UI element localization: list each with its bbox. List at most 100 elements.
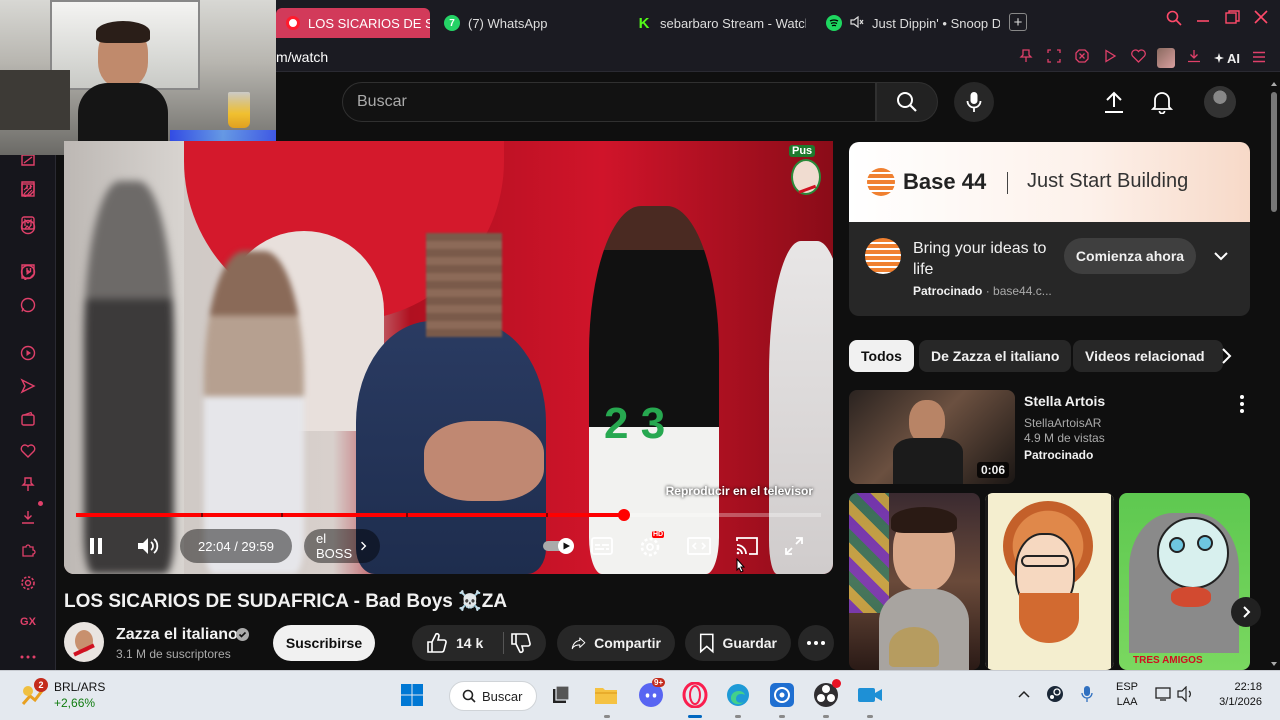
- time-display: 22:04 / 29:59: [180, 529, 292, 563]
- ai-button[interactable]: AI: [1213, 51, 1240, 66]
- ticker-change: +2,66%: [54, 696, 96, 710]
- snapshot-icon[interactable]: [1045, 49, 1063, 67]
- heart-icon[interactable]: [1129, 49, 1147, 67]
- chevron-right-icon[interactable]: [1214, 344, 1238, 368]
- close-icon[interactable]: [1254, 10, 1268, 29]
- active-app-indicator: [688, 715, 702, 718]
- gx-corner-icon[interactable]: [18, 180, 38, 200]
- steam-icon[interactable]: [1046, 685, 1064, 703]
- notifications-button[interactable]: [1148, 88, 1176, 116]
- more-actions-button[interactable]: [798, 625, 834, 661]
- short-thumbnail-2[interactable]: [985, 493, 1114, 670]
- more-vertical-icon[interactable]: [1234, 394, 1250, 414]
- search-input[interactable]: [343, 83, 875, 121]
- network-icon[interactable]: [1154, 685, 1172, 703]
- task-view-button[interactable]: [547, 681, 575, 709]
- recommendation-thumbnail[interactable]: 0:06: [849, 390, 1015, 484]
- play-icon[interactable]: [1101, 49, 1119, 67]
- settings-icon[interactable]: [18, 573, 38, 593]
- autoplay-toggle[interactable]: [538, 529, 582, 563]
- voice-search-button[interactable]: [954, 82, 994, 122]
- mute-icon[interactable]: [850, 15, 864, 31]
- extensions-icon[interactable]: [18, 540, 38, 560]
- tab-video[interactable]: LOS SICARIOS DE SUD: [276, 8, 430, 38]
- maximize-icon[interactable]: [1225, 10, 1240, 30]
- gx-control-icon[interactable]: GX: [18, 612, 38, 632]
- taskbar-search[interactable]: Buscar: [449, 681, 537, 711]
- opera-gx-button[interactable]: [681, 681, 709, 709]
- gx-mods-icon[interactable]: [18, 213, 38, 233]
- tab-kick[interactable]: K sebarbaro Stream - Watch: [626, 8, 806, 38]
- system-clock[interactable]: 22:18 3/1/2026: [1208, 680, 1262, 710]
- progress-played: [76, 513, 625, 517]
- obs-button[interactable]: [812, 679, 841, 709]
- save-label: Guardar: [722, 635, 777, 651]
- new-tab-button[interactable]: +: [1009, 13, 1027, 31]
- adblock-icon[interactable]: [1073, 49, 1091, 67]
- start-button[interactable]: [398, 681, 426, 709]
- bookmark-icon: [699, 633, 714, 654]
- discord-button[interactable]: 9+: [637, 678, 666, 709]
- tray-overflow-icon[interactable]: [1015, 685, 1033, 703]
- chapter-button[interactable]: el BOSS: [304, 529, 380, 563]
- share-button[interactable]: Compartir: [557, 625, 675, 661]
- download-icon[interactable]: [1185, 49, 1203, 67]
- pin-icon[interactable]: [1017, 49, 1035, 67]
- search-tabs-icon[interactable]: [1166, 10, 1182, 31]
- tab-label: (7) WhatsApp: [468, 15, 548, 31]
- file-explorer-button[interactable]: [592, 681, 620, 709]
- volume-button[interactable]: [132, 529, 164, 563]
- language-indicator[interactable]: ESP LAA: [1116, 680, 1138, 710]
- video-player[interactable]: 2 3 Pus Reproducir en el televisor 22:04…: [64, 141, 833, 574]
- account-avatar[interactable]: [1204, 86, 1236, 118]
- short-thumbnail-3[interactable]: TRES AMIGOS: [1119, 493, 1250, 670]
- shorts-next-button[interactable]: [1231, 597, 1261, 627]
- microphone-icon[interactable]: [1078, 685, 1096, 703]
- downloads-icon[interactable]: [18, 507, 38, 527]
- favorites-icon[interactable]: [18, 441, 38, 461]
- pause-button[interactable]: [82, 529, 110, 563]
- pinboard-icon[interactable]: [18, 474, 38, 494]
- create-button[interactable]: [1100, 88, 1128, 116]
- subscribe-button[interactable]: Suscribirse: [273, 625, 375, 661]
- send-icon[interactable]: [18, 376, 38, 396]
- tab-spotify[interactable]: Just Dippin' • Snoop D: [816, 8, 1000, 38]
- tab-whatsapp[interactable]: 7 (7) WhatsApp: [434, 8, 614, 38]
- twitch-sidebar-icon[interactable]: [18, 262, 38, 282]
- recommendation-channel[interactable]: StellaArtoisAR: [1024, 416, 1101, 430]
- scrollbar-thumb[interactable]: [1271, 92, 1277, 212]
- progress-bar[interactable]: [76, 509, 821, 521]
- chevron-down-icon[interactable]: [1211, 246, 1231, 266]
- taskbar-search-label: Buscar: [482, 688, 523, 704]
- chip-channel[interactable]: De Zazza el italiano: [919, 340, 1072, 372]
- save-button[interactable]: Guardar: [685, 625, 791, 661]
- search-button[interactable]: [876, 82, 938, 122]
- extension-thumbnail[interactable]: [1157, 48, 1175, 68]
- channel-avatar[interactable]: [64, 622, 104, 662]
- chip-all[interactable]: Todos: [849, 340, 914, 372]
- control-app-button[interactable]: [768, 681, 796, 709]
- video-duration: 0:06: [976, 462, 1009, 478]
- chip-related[interactable]: Videos relacionad: [1073, 340, 1223, 372]
- whatsapp-sidebar-icon[interactable]: [18, 295, 38, 315]
- edge-button[interactable]: [724, 681, 752, 709]
- minimize-icon[interactable]: [1196, 10, 1210, 31]
- recommendation-title[interactable]: Stella Artois: [1024, 393, 1105, 409]
- more-icon[interactable]: [18, 647, 38, 667]
- ad-banner[interactable]: Base 44 Just Start Building: [849, 142, 1250, 222]
- subtitles-button[interactable]: [590, 529, 614, 563]
- settings-button[interactable]: HD: [638, 529, 665, 563]
- media-player-icon[interactable]: [18, 343, 38, 363]
- ad-cta-button[interactable]: Comienza ahora: [1064, 238, 1196, 274]
- wallet-icon[interactable]: [18, 409, 38, 429]
- theater-mode-button[interactable]: [686, 529, 712, 563]
- short-thumbnail-1[interactable]: [849, 493, 980, 670]
- speaker-icon[interactable]: [1177, 685, 1195, 703]
- dislike-button[interactable]: [508, 630, 534, 656]
- url-field[interactable]: m/watch: [276, 49, 328, 65]
- menu-icon[interactable]: [1250, 50, 1268, 67]
- fullscreen-button[interactable]: [782, 529, 806, 563]
- video-editor-button[interactable]: [856, 681, 884, 709]
- channel-name[interactable]: Zazza el italiano: [116, 626, 238, 644]
- sponsored-ad-card[interactable]: Base 44 Just Start Building Bring your i…: [849, 142, 1250, 316]
